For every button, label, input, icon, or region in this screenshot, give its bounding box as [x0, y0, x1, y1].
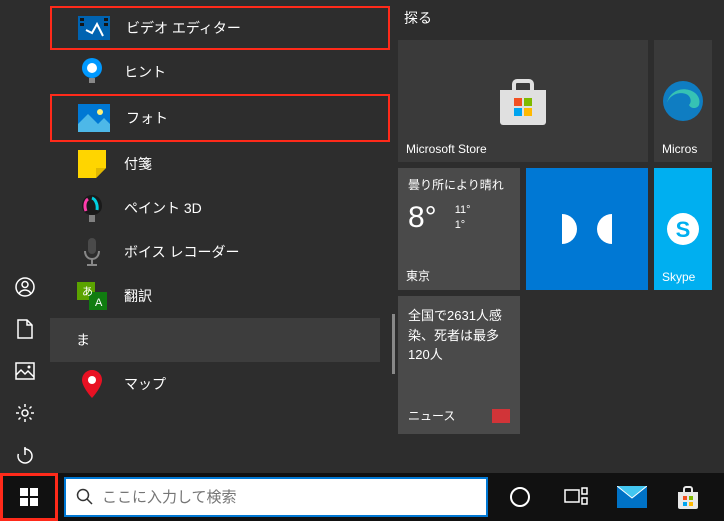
skype-icon: S	[663, 209, 703, 249]
tile-weather[interactable]: 曇り所により晴れ 8° 11° 1° 東京	[398, 168, 520, 290]
weather-lo: 1°	[455, 218, 471, 233]
weather-condition: 曇り所により晴れ	[408, 176, 504, 193]
news-accent	[392, 314, 395, 374]
store-icon	[496, 76, 550, 126]
search-box[interactable]	[64, 477, 488, 517]
app-photos[interactable]: フォト	[50, 94, 390, 142]
app-paint3d[interactable]: ペイント 3D	[50, 186, 390, 230]
app-label: 翻訳	[124, 286, 152, 306]
pictures-icon[interactable]	[15, 361, 35, 381]
svg-text:S: S	[676, 217, 691, 242]
maps-icon	[76, 368, 108, 400]
app-label: ボイス レコーダー	[124, 242, 239, 262]
store-taskbar-icon	[675, 484, 701, 510]
start-button[interactable]	[0, 473, 58, 521]
app-maps[interactable]: マップ	[50, 362, 390, 406]
windows-icon	[20, 488, 38, 506]
start-menu: ビデオ エディター ヒント フォト 付箋 ペイント 3D	[0, 0, 724, 473]
tiles-area: 探る Microsoft Store Micros	[390, 0, 724, 473]
news-headline: 全国で2631人感染、死者は最多120人	[408, 306, 510, 365]
app-sticky-notes[interactable]: 付箋	[50, 142, 390, 186]
documents-icon[interactable]	[15, 319, 35, 339]
photos-icon	[78, 102, 110, 134]
app-list: ビデオ エディター ヒント フォト 付箋 ペイント 3D	[50, 0, 390, 473]
tile-microsoft-store[interactable]: Microsoft Store	[398, 40, 648, 162]
app-translator[interactable]: あA 翻訳	[50, 274, 390, 318]
section-letter-ma[interactable]: ま	[50, 318, 380, 362]
app-label: マップ	[124, 374, 166, 394]
task-view-icon	[564, 487, 588, 507]
store-app-button[interactable]	[664, 473, 712, 521]
video-editor-icon	[78, 12, 110, 44]
task-view-button[interactable]	[552, 473, 600, 521]
cortana-icon	[509, 486, 531, 508]
translator-icon: あA	[76, 280, 108, 312]
news-source: ニュース	[408, 407, 455, 424]
tile-dolby[interactable]	[526, 168, 648, 290]
account-icon[interactable]	[15, 277, 35, 297]
app-label: フォト	[126, 108, 168, 128]
app-video-editor[interactable]: ビデオ エディター	[50, 6, 390, 50]
tile-label: Micros	[662, 142, 697, 156]
tile-skype-partial[interactable]: S Skype	[654, 168, 712, 290]
search-input[interactable]	[102, 489, 476, 506]
weather-city: 東京	[406, 267, 430, 284]
svg-text:A: A	[95, 297, 103, 309]
paint3d-icon	[76, 192, 108, 224]
svg-text:あ: あ	[82, 285, 93, 298]
app-tips[interactable]: ヒント	[50, 50, 390, 94]
weather-hi: 11°	[455, 203, 471, 218]
news-badge-icon	[492, 409, 510, 423]
tile-label: Skype	[662, 270, 695, 284]
app-label: ヒント	[124, 62, 166, 82]
sticky-notes-icon	[76, 148, 108, 180]
search-icon	[76, 488, 94, 506]
app-label: 付箋	[124, 154, 152, 174]
mail-app-button[interactable]	[608, 473, 656, 521]
tile-label: Microsoft Store	[406, 142, 487, 156]
weather-temp: 8°	[408, 201, 437, 235]
taskbar	[0, 473, 724, 521]
edge-icon	[661, 79, 705, 123]
settings-icon[interactable]	[15, 403, 35, 423]
voice-recorder-icon	[76, 236, 108, 268]
dolby-icon	[552, 209, 622, 249]
app-label: ビデオ エディター	[126, 18, 241, 38]
left-rail	[0, 0, 50, 473]
tiles-group-header[interactable]: 探る	[404, 8, 724, 28]
tile-edge-partial[interactable]: Micros	[654, 40, 712, 162]
tips-icon	[76, 56, 108, 88]
app-voice-recorder[interactable]: ボイス レコーダー	[50, 230, 390, 274]
cortana-button[interactable]	[496, 473, 544, 521]
app-label: ペイント 3D	[124, 198, 202, 218]
power-icon[interactable]	[15, 445, 35, 465]
section-letter-text: ま	[76, 330, 90, 350]
mail-icon	[617, 486, 647, 508]
tile-news[interactable]: 全国で2631人感染、死者は最多120人 ニュース	[398, 296, 520, 434]
